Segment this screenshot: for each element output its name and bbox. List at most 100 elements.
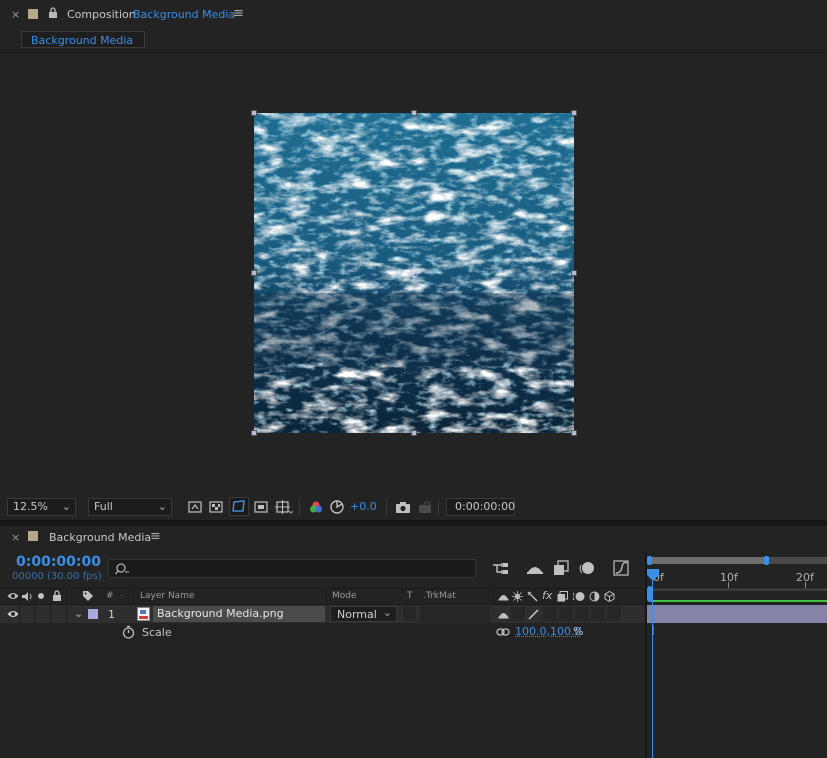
motion-blur-icon[interactable] [579, 560, 595, 579]
effects-switch-cell[interactable] [543, 607, 557, 621]
composition-flowchart-icon[interactable] [492, 560, 510, 579]
reset-exposure-icon[interactable] [329, 499, 345, 518]
panel-title-composition-name[interactable]: Background Media [133, 8, 235, 21]
channel-rgb-icon[interactable] [308, 499, 324, 518]
cell-separator [66, 605, 67, 623]
collapse-switch-cell[interactable] [511, 607, 525, 621]
layer-name: Background Media.png [157, 607, 284, 620]
layer-index: 1 [108, 608, 115, 621]
frame-blend-switch-icon[interactable] [557, 591, 568, 605]
toolbar-separator [438, 498, 439, 516]
label-tag-icon[interactable] [82, 590, 94, 605]
adjustment-switch-cell[interactable] [591, 607, 605, 621]
timeline-tab-title[interactable]: Background Media [49, 531, 151, 544]
current-time-display[interactable]: 0:00:00:00 [16, 554, 101, 570]
property-row-scale[interactable]: Scale 100.0,100.0 % [0, 623, 645, 641]
region-of-interest-icon[interactable] [253, 499, 269, 518]
layer-list-empty-area[interactable] [0, 641, 645, 758]
transform-handle-left[interactable] [251, 270, 257, 276]
shy-switch-icon[interactable] [498, 609, 509, 623]
column-layer-name[interactable]: Layer Name [140, 591, 195, 601]
layer-row[interactable]: ⌄ 1 Background Media.png Normal ⌄ [0, 605, 645, 623]
composition-subtab[interactable]: Background Media [21, 31, 145, 48]
exposure-value[interactable]: +0.0 [350, 500, 377, 513]
mask-path-visibility-icon[interactable] [229, 497, 249, 516]
layer-search-input[interactable] [108, 559, 476, 578]
time-ruler[interactable]: 0f 10f 20f [647, 570, 827, 588]
shy-switch-icon[interactable] [498, 591, 509, 605]
column-mode[interactable]: Mode [332, 591, 357, 601]
fast-previews-icon[interactable] [187, 499, 203, 518]
blend-mode-dropdown[interactable]: Normal ⌄ [330, 606, 397, 622]
column-separator [493, 589, 494, 605]
audio-speaker-icon[interactable] [21, 591, 33, 605]
viewer-toolbar: 12.5% ⌄ Full ⌄ +0.0 0:00:00:00 [0, 496, 827, 518]
current-time-field[interactable]: 0:00:00:00 [446, 498, 515, 516]
resolution-dropdown[interactable]: Full ⌄ [88, 498, 172, 516]
stopwatch-icon[interactable] [122, 625, 135, 642]
magnification-dropdown[interactable]: 12.5% ⌄ [7, 498, 76, 516]
chevron-down-icon[interactable]: ⌄ [74, 607, 83, 620]
effects-fx-icon[interactable]: fx [542, 589, 552, 602]
frame-rate-info: 00000 (30.00 fps) [12, 571, 102, 582]
frame-blending-icon[interactable] [553, 560, 569, 579]
column-trkmat[interactable]: .TrkMat [423, 591, 456, 601]
close-panel-button[interactable]: × [11, 8, 20, 21]
lock-icon[interactable] [52, 590, 62, 605]
collapse-transform-icon[interactable] [512, 591, 523, 605]
column-separator [326, 589, 327, 605]
track-matte-dropdown[interactable] [420, 606, 490, 622]
layer-label-color[interactable] [88, 609, 98, 619]
png-file-icon [137, 607, 150, 621]
toolbar-separator [299, 498, 300, 516]
lock-icon[interactable] [48, 7, 58, 22]
toolbar-separator [386, 498, 387, 516]
transform-handle-top[interactable] [411, 110, 417, 116]
panel-menu-icon[interactable]: ≡ [233, 6, 244, 21]
playhead-line [652, 580, 653, 758]
composition-panel-header: × Composition Background Media ≡ [0, 0, 827, 30]
column-index: # [106, 591, 114, 601]
shy-layers-icon[interactable] [526, 561, 544, 579]
transform-handle-bottom-left[interactable] [251, 430, 257, 436]
close-panel-button[interactable]: × [11, 531, 20, 544]
3d-switch-cell[interactable] [607, 607, 621, 621]
video-eye-icon[interactable] [7, 609, 19, 622]
panel-menu-icon[interactable]: ≡ [150, 529, 161, 544]
3d-layer-icon[interactable] [604, 590, 615, 605]
chevron-down-icon: ⌄ [61, 500, 71, 513]
transform-handle-bottom-right[interactable] [571, 430, 577, 436]
time-graph[interactable]: 0f 10f 20f I [647, 552, 827, 758]
preserve-transparency-toggle[interactable] [403, 607, 416, 621]
transform-handle-top-left[interactable] [251, 110, 257, 116]
video-eye-icon[interactable] [7, 591, 19, 604]
playhead-marker[interactable] [646, 568, 660, 585]
graph-editor-icon[interactable] [613, 560, 629, 579]
quality-switch-icon[interactable] [527, 591, 538, 605]
transform-handle-top-right[interactable] [571, 110, 577, 116]
show-snapshot-icon[interactable] [417, 499, 433, 518]
transform-handle-right[interactable] [571, 270, 577, 276]
cell-separator [34, 605, 35, 623]
time-navigator-range[interactable] [650, 557, 767, 564]
navigator-end-handle[interactable] [764, 556, 769, 565]
chevron-down-icon: ⌄ [157, 500, 167, 513]
solo-dot-icon[interactable] [38, 593, 44, 599]
transparency-grid-icon[interactable] [208, 499, 224, 518]
layer-name-field[interactable]: Background Media.png [153, 606, 325, 622]
scale-value[interactable]: 100.0,100.0 [515, 625, 581, 638]
motion-blur-switch-cell[interactable] [575, 607, 589, 621]
constrain-proportions-link-icon[interactable] [496, 627, 510, 640]
navigator-start-handle[interactable] [647, 556, 652, 565]
snapshot-camera-icon[interactable] [395, 499, 411, 518]
adjustment-layer-icon[interactable] [589, 591, 600, 605]
anchor-point-icon[interactable] [407, 266, 421, 283]
motion-blur-switch-icon[interactable] [572, 591, 585, 605]
composition-color-icon [28, 9, 38, 19]
transform-handle-bottom[interactable] [411, 430, 417, 436]
grid-guides-icon[interactable] [275, 499, 294, 518]
quality-line-icon[interactable] [528, 609, 539, 623]
layer-duration-bar[interactable] [647, 605, 827, 623]
column-marker: . [120, 589, 123, 599]
frame-blend-switch-cell[interactable] [559, 607, 573, 621]
